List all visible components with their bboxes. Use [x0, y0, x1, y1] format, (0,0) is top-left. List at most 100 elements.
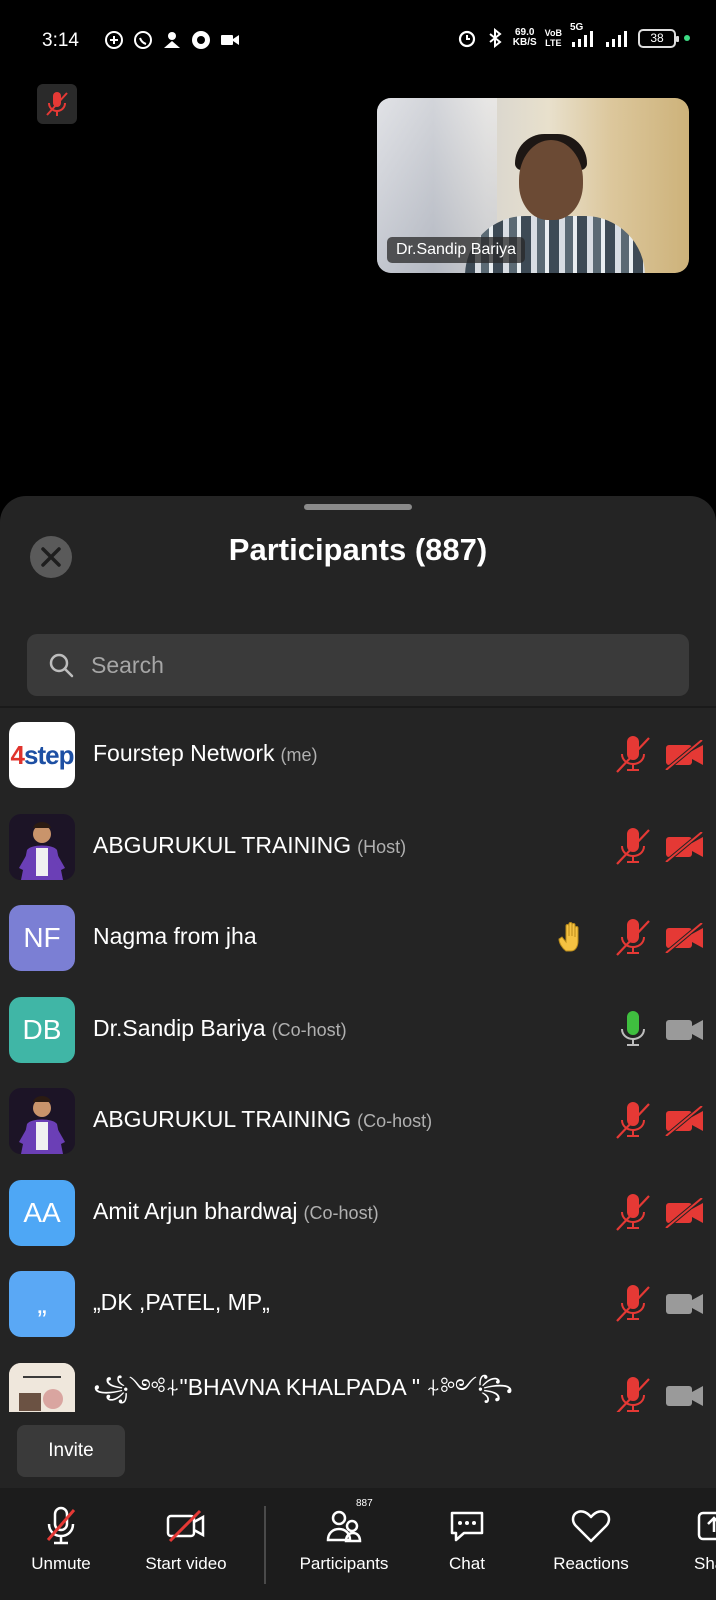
whatsapp-plus-icon — [105, 31, 123, 49]
mic-muted-icon — [614, 1100, 652, 1140]
status-time: 3:14 — [42, 30, 79, 51]
video-off-icon — [664, 921, 706, 955]
participant-avatar: 4 step — [9, 722, 75, 788]
video-off-icon — [664, 1195, 706, 1230]
participant-avatar — [9, 1362, 75, 1412]
participant-name: Nagma from jha — [93, 923, 257, 950]
video-off-icon — [164, 1504, 208, 1548]
video-camera-icon — [664, 1289, 706, 1319]
participants-label: Participants — [299, 1554, 389, 1573]
heart-icon — [569, 1504, 613, 1548]
unmute-label: Unmute — [31, 1554, 91, 1573]
participant-name: Fourstep Network — [93, 740, 275, 767]
reactions-button[interactable]: Reactions — [531, 1504, 651, 1574]
participant-name: ABGURUKUL TRAINING — [93, 1106, 352, 1133]
search-box[interactable] — [27, 634, 689, 696]
participants-count-badge: 887 — [356, 1498, 373, 1509]
participant-role: (Co-host) — [357, 1111, 433, 1132]
participant-row[interactable]: AA Amit Arjun bhardwaj (Co-host) — [0, 1166, 716, 1258]
logo-text: step — [24, 739, 74, 770]
self-muted-indicator — [37, 84, 77, 124]
participant-row[interactable]: „ „DK ,PATEL, MP„ — [0, 1257, 716, 1349]
profile-photo-icon — [9, 1088, 75, 1154]
participant-row[interactable]: 4 step Fourstep Network (me) — [0, 708, 716, 800]
start-video-label: Start video — [145, 1554, 227, 1573]
mic-muted-icon — [614, 917, 652, 957]
participant-name-line: Fourstep Network (me) — [93, 740, 318, 767]
mic-muted-icon — [614, 826, 652, 866]
participant-role: (Host) — [357, 836, 407, 857]
chat-button[interactable]: Chat — [407, 1504, 527, 1574]
share-label: Sha — [694, 1554, 716, 1573]
status-bar: 3:14 69.0 KB/S VoB LTE 5G 38 — [0, 0, 716, 82]
participant-avatar: DB — [9, 996, 75, 1063]
start-video-button[interactable]: Start video — [126, 1504, 246, 1574]
vpn-icon — [192, 31, 210, 49]
participant-avatar: „ — [9, 1271, 75, 1337]
active-speaker-video[interactable]: Dr.Sandip Bariya — [377, 98, 689, 273]
mic-muted-icon — [39, 1504, 83, 1548]
video-off-icon — [664, 738, 706, 772]
whatsapp-icon — [134, 31, 152, 49]
participant-role: (Co-host) — [271, 1019, 347, 1040]
vo-label: VoB — [544, 28, 562, 38]
alarm-icon — [458, 30, 475, 48]
mic-active-icon — [614, 1009, 652, 1049]
participant-name-line: Nagma from jha — [93, 923, 257, 950]
share-icon — [692, 1504, 716, 1548]
unmute-button[interactable]: Unmute — [1, 1504, 121, 1574]
video-person-head — [519, 140, 583, 220]
share-button[interactable]: Sha — [658, 1504, 716, 1574]
mic-muted-icon — [614, 1375, 652, 1412]
participant-list[interactable]: 4 step Fourstep Network (me) ABGURUKUL TRAIN… — [0, 708, 716, 1412]
participant-name-line: „DK ,PATEL, MP„ — [93, 1289, 270, 1316]
system-icons: 69.0 KB/S VoB LTE 5G 38 — [457, 22, 690, 48]
signal-icon-2 — [606, 31, 627, 47]
mic-muted-icon — [614, 1283, 652, 1323]
profile-photo-icon — [9, 813, 75, 880]
signal-icon: 5G — [570, 22, 596, 48]
participant-name: ABGURUKUL TRAINING — [93, 831, 352, 858]
participant-name: Dr.Sandip Bariya — [93, 1014, 266, 1041]
logo-digit: 4 — [10, 739, 26, 770]
video-off-icon — [664, 1104, 706, 1138]
participant-row[interactable]: DB Dr.Sandip Bariya (Co-host) — [0, 983, 716, 1075]
search-input[interactable] — [91, 651, 651, 679]
participant-row[interactable]: ꧁༺⍭"BHAVNA KHALPADA " ⍭༻꧂ — [0, 1349, 716, 1412]
chat-icon — [445, 1504, 489, 1548]
invite-button[interactable]: Invite — [17, 1425, 125, 1477]
meeting-toolbar: Unmute Start video 887 Participants Chat… — [0, 1488, 716, 1600]
raised-hand-icon — [557, 921, 589, 953]
participant-row[interactable]: ABGURUKUL TRAINING (Co-host) — [0, 1074, 716, 1166]
participants-title: Participants (887) — [228, 532, 488, 567]
participant-name-line: Amit Arjun bhardwaj (Co-host) — [93, 1198, 379, 1225]
speed-unit: KB/S — [512, 37, 537, 48]
participant-role: (Co-host) — [303, 1202, 379, 1223]
participant-row[interactable]: NF Nagma from jha — [0, 891, 716, 983]
bluetooth-icon — [489, 28, 502, 48]
reactions-label: Reactions — [553, 1554, 629, 1573]
sheet-drag-handle[interactable] — [304, 504, 412, 510]
mic-muted-icon — [614, 734, 652, 774]
chat-label: Chat — [449, 1554, 485, 1573]
account-icon — [164, 32, 180, 48]
mic-muted-icon — [46, 92, 68, 116]
participants-button[interactable]: 887 Participants — [284, 1498, 404, 1574]
video-camera-icon — [664, 1381, 706, 1411]
video-icon — [221, 35, 239, 45]
participant-role: (me) — [280, 745, 318, 766]
participant-name-line: ABGURUKUL TRAINING (Host) — [93, 832, 406, 859]
search-icon — [43, 647, 79, 683]
participant-avatar: AA — [9, 1179, 75, 1246]
participants-icon: 887 — [322, 1498, 373, 1548]
participant-name: ꧁༺⍭"BHAVNA KHALPADA " ⍭༻꧂ — [93, 1373, 513, 1400]
participant-name-line: Dr.Sandip Bariya (Co-host) — [93, 1015, 347, 1042]
participant-row[interactable]: ABGURUKUL TRAINING (Host) — [0, 800, 716, 892]
participant-name-line: ABGURUKUL TRAINING (Co-host) — [93, 1106, 432, 1133]
participant-name: „DK ,PATEL, MP„ — [93, 1289, 270, 1316]
network-speed: 69.0 KB/S — [513, 28, 537, 48]
privacy-dot — [684, 35, 690, 41]
volte-indicator: VoB LTE — [545, 28, 562, 48]
video-off-icon — [664, 829, 706, 864]
toolbar-separator — [264, 1506, 266, 1584]
